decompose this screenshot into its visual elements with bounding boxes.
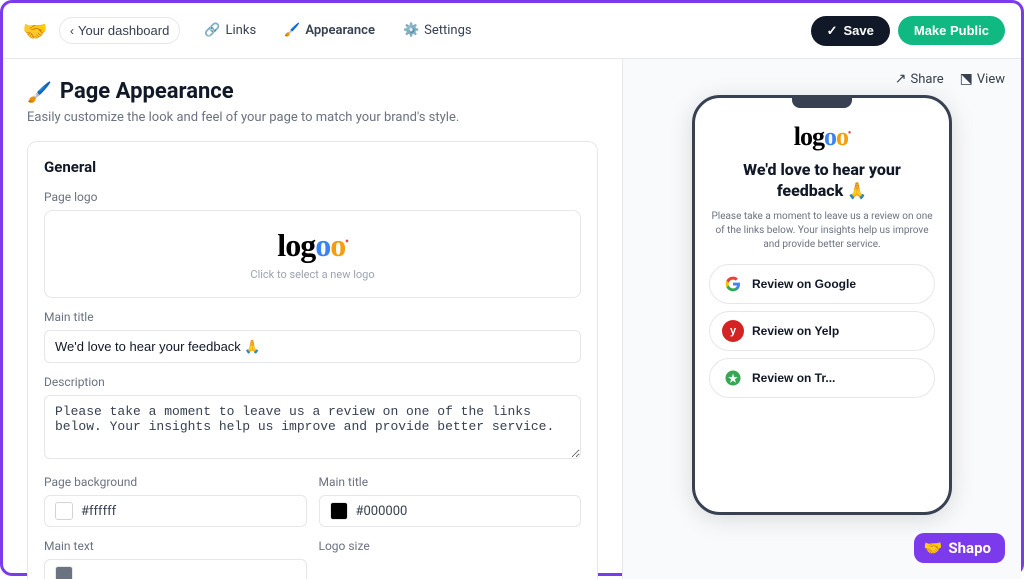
phone-logo-dot: • <box>848 127 850 137</box>
nav-item-appearance[interactable]: 🖌️ Appearance <box>272 18 387 43</box>
description-group: Description Please take a moment to leav… <box>44 375 581 463</box>
tripadvisor-icon <box>722 367 744 389</box>
google-icon <box>722 273 744 295</box>
logo-display: logoo• <box>61 227 564 264</box>
main-layout: 🖌️ Page Appearance Easily customize the … <box>3 59 1021 579</box>
nav-item-links[interactable]: 🔗 Links <box>192 18 268 43</box>
logo-label: Page logo <box>44 190 581 204</box>
logo-group: Page logo logoo• Click to select a new l… <box>44 190 581 298</box>
review-google-btn[interactable]: Review on Google <box>709 264 935 304</box>
phone-logo-o-yellow: o <box>836 122 848 151</box>
save-button[interactable]: ✓ Save <box>811 16 890 46</box>
view-label: View <box>977 72 1005 87</box>
save-icon: ✓ <box>827 23 838 39</box>
google-label: Review on Google <box>752 277 856 291</box>
view-link[interactable]: ⬔ View <box>960 71 1005 87</box>
logo-size-group: Logo size <box>319 539 582 579</box>
page-title-row: 🖌️ Page Appearance <box>27 79 598 104</box>
logo-dot: • <box>345 236 348 247</box>
save-label: Save <box>843 23 873 38</box>
yelp-label: Review on Yelp <box>752 324 839 338</box>
main-text-group: Main text <box>44 539 307 579</box>
phone-desc: Please take a moment to leave us a revie… <box>709 210 935 252</box>
right-top-actions: ↗ Share ⬔ View <box>895 71 1005 87</box>
phone-heading: We'd love to hear your feedback 🙏 <box>709 160 935 202</box>
nav-links: 🔗 Links 🖌️ Appearance ⚙️ Settings <box>192 18 483 43</box>
make-public-button[interactable]: Make Public <box>898 16 1005 45</box>
shapo-badge: 🤝 Shapo <box>914 533 1005 563</box>
phone-logo-o-blue: o <box>824 122 836 151</box>
review-yelp-btn[interactable]: y Review on Yelp <box>709 311 935 351</box>
shapo-emoji: 🤝 <box>924 539 943 557</box>
bg-color-value: #ffffff <box>81 504 116 519</box>
dashboard-button[interactable]: ‹ Your dashboard <box>59 17 180 44</box>
page-subtitle: Easily customize the look and feel of yo… <box>27 110 598 125</box>
main-title-label: Main title <box>44 310 581 324</box>
bg-color-swatch <box>55 502 73 520</box>
main-title-group: Main title <box>44 310 581 363</box>
link-icon: 🔗 <box>204 23 220 38</box>
page-appearance-icon: 🖌️ <box>27 80 52 104</box>
settings-icon: ⚙️ <box>403 23 419 38</box>
general-section: General Page logo logoo• Click to select… <box>27 141 598 579</box>
logo-emoji: 🤝 <box>23 19 48 43</box>
logo-upload-box[interactable]: logoo• Click to select a new logo <box>44 210 581 298</box>
trip-label: Review on Tr... <box>752 371 835 385</box>
phone-content: logoo• We'd love to hear your feedback 🙏… <box>695 108 949 512</box>
yelp-icon: y <box>722 320 744 342</box>
logo-click-hint: Click to select a new logo <box>61 268 564 281</box>
share-link[interactable]: ↗ Share <box>895 71 944 87</box>
topnav: 🤝 ‹ Your dashboard 🔗 Links 🖌️ Appearance… <box>3 3 1021 59</box>
logo-o-yellow: o <box>330 227 345 263</box>
appearance-icon: 🖌️ <box>284 23 300 38</box>
description-textarea[interactable]: Please take a moment to leave us a revie… <box>44 395 581 459</box>
brand-logo: 🤝 <box>19 15 51 47</box>
links-label: Links <box>226 23 257 38</box>
phone-logo: logoo• <box>794 122 850 152</box>
nav-item-settings[interactable]: ⚙️ Settings <box>391 18 484 43</box>
main-title-color-swatch <box>330 502 348 520</box>
logo-o-blue: o <box>315 227 330 263</box>
phone-notch <box>792 98 852 108</box>
make-public-label: Make Public <box>914 23 989 38</box>
shapo-label: Shapo <box>948 539 991 557</box>
dashboard-label: Your dashboard <box>78 23 169 38</box>
main-text-color-input[interactable] <box>44 559 307 579</box>
page-title: Page Appearance <box>60 79 234 104</box>
settings-label: Settings <box>424 23 471 38</box>
bg-color-group: Page background #ffffff <box>44 475 307 527</box>
nav-actions: ✓ Save Make Public <box>811 16 1005 46</box>
section-title: General <box>44 158 581 176</box>
chevron-left-icon: ‹ <box>70 24 74 38</box>
share-icon: ↗ <box>895 71 907 87</box>
view-icon: ⬔ <box>960 71 973 87</box>
bottom-labels-row: Main text Logo size <box>44 539 581 579</box>
phone-mockup: logoo• We'd love to hear your feedback 🙏… <box>692 95 952 515</box>
share-label: Share <box>911 72 944 87</box>
main-title-color-value: #000000 <box>356 504 408 519</box>
main-title-color-input[interactable]: #000000 <box>319 495 582 527</box>
main-title-color-group: Main title #000000 <box>319 475 582 527</box>
color-row: Page background #ffffff Main title #0000… <box>44 475 581 527</box>
appearance-label: Appearance <box>305 23 375 38</box>
review-trip-btn[interactable]: Review on Tr... <box>709 358 935 398</box>
bg-color-input[interactable]: #ffffff <box>44 495 307 527</box>
main-text-color-swatch <box>55 566 73 579</box>
description-label: Description <box>44 375 581 389</box>
bg-label: Page background <box>44 475 307 489</box>
main-text-label: Main text <box>44 539 307 553</box>
left-panel: 🖌️ Page Appearance Easily customize the … <box>3 59 623 579</box>
main-title-input[interactable] <box>44 330 581 363</box>
main-title-color-label: Main title <box>319 475 582 489</box>
right-panel: ↗ Share ⬔ View logoo• We'd love to hear … <box>623 59 1021 579</box>
logo-size-label: Logo size <box>319 539 582 553</box>
